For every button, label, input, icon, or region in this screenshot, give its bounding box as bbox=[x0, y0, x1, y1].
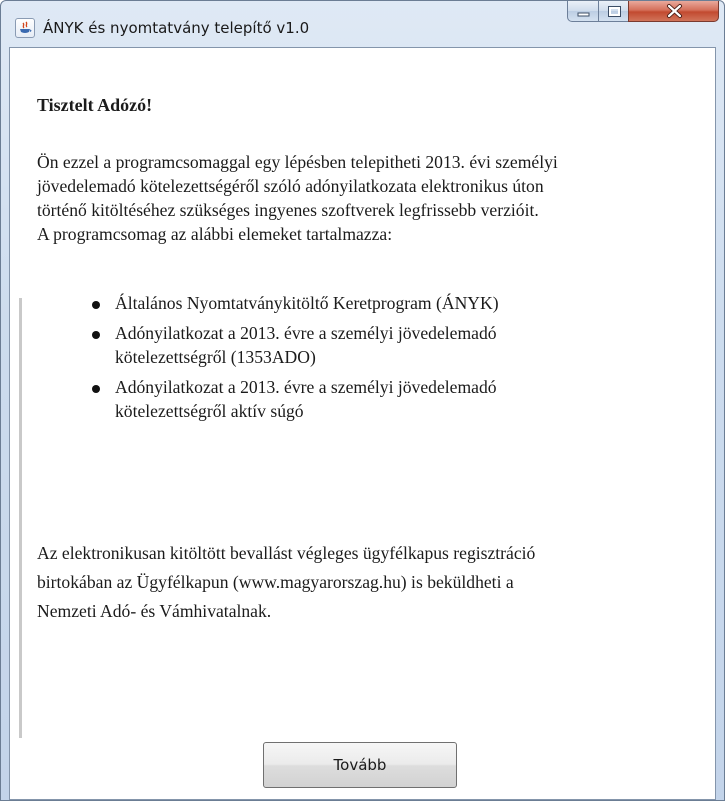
panel-edge-marker bbox=[19, 298, 22, 738]
next-button[interactable]: Tovább bbox=[263, 742, 457, 788]
greeting-heading: Tisztelt Adózó! bbox=[37, 95, 153, 115]
title-bar[interactable]: ÁNYK és nyomtatvány telepítő v1.0 bbox=[1, 1, 724, 47]
java-app-icon[interactable] bbox=[15, 18, 35, 38]
list-item-text: kötelezettségről (1353ADO) bbox=[115, 347, 316, 367]
minimize-button[interactable] bbox=[567, 1, 599, 22]
maximize-icon bbox=[608, 6, 621, 17]
list-item-text: Adónyilatkozat a 2013. évre a személyi j… bbox=[115, 323, 497, 343]
window-title: ÁNYK és nyomtatvány telepítő v1.0 bbox=[43, 19, 310, 37]
list-item: Adónyilatkozat a 2013. évre a személyi j… bbox=[92, 321, 692, 369]
package-contents-list: Általános Nyomtatványkitöltő Keretprogra… bbox=[92, 291, 692, 429]
footer-paragraph: Az elektronikusan kitöltött bevallást vé… bbox=[37, 539, 707, 626]
list-item: Általános Nyomtatványkitöltő Keretprogra… bbox=[92, 291, 692, 315]
close-icon bbox=[667, 4, 682, 18]
content-panel: Tisztelt Adózó! Ön ezzel a programcsomag… bbox=[9, 47, 716, 800]
minimize-icon bbox=[577, 12, 590, 17]
list-item-text: Általános Nyomtatványkitöltő Keretprogra… bbox=[115, 293, 499, 313]
footer-line: birtokában az Ügyfélkapun (www.magyarors… bbox=[37, 572, 514, 592]
close-button[interactable] bbox=[628, 1, 719, 22]
list-item: Adónyilatkozat a 2013. évre a személyi j… bbox=[92, 375, 692, 423]
list-item-text: Adónyilatkozat a 2013. évre a személyi j… bbox=[115, 377, 497, 397]
footer-line: Az elektronikusan kitöltött bevallást vé… bbox=[37, 543, 536, 563]
intro-line: Ön ezzel a programcsomaggal egy lépésben… bbox=[37, 152, 558, 172]
bullet-icon bbox=[92, 385, 100, 393]
intro-line: jövedelemadó kötelezettségéről szóló adó… bbox=[37, 176, 544, 196]
intro-line: A programcsomag az alábbi elemeket tarta… bbox=[37, 224, 393, 244]
installer-window: ÁNYK és nyomtatvány telepítő v1.0 Tiszte… bbox=[0, 0, 725, 801]
list-item-text: kötelezettségről aktív súgó bbox=[115, 401, 304, 421]
caption-buttons bbox=[567, 1, 719, 23]
intro-paragraph: Ön ezzel a programcsomaggal egy lépésben… bbox=[37, 150, 707, 246]
bullet-icon bbox=[92, 301, 100, 309]
intro-line: történő kitöltéséhez szükséges ingyenes … bbox=[37, 200, 539, 220]
bullet-icon bbox=[92, 331, 100, 339]
maximize-button[interactable] bbox=[598, 1, 629, 22]
footer-line: Nemzeti Adó- és Vámhivatalnak. bbox=[37, 601, 272, 621]
